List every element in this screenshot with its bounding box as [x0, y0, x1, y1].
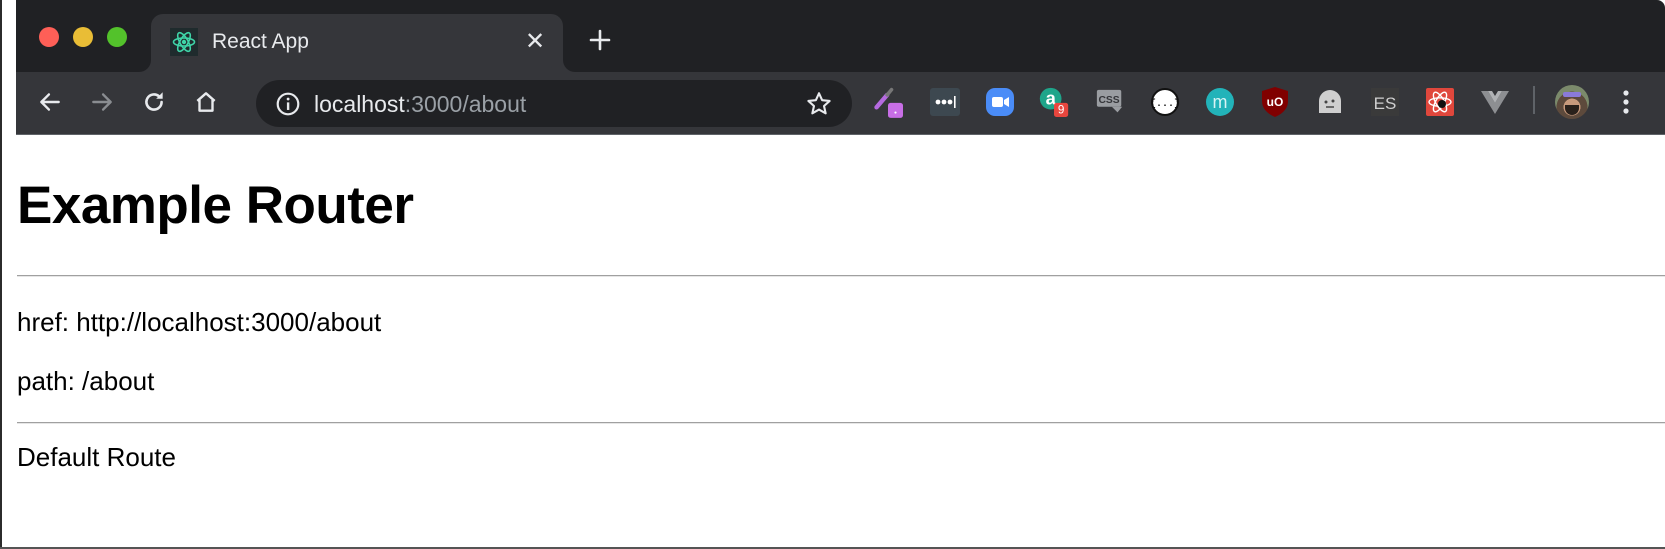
star-icon[interactable]: [805, 90, 833, 118]
zoom-extension[interactable]: [985, 86, 1015, 118]
kebab-menu-icon: [1623, 90, 1629, 114]
ublock-shield-icon: uO: [1262, 87, 1288, 117]
react-devtools-extension[interactable]: [1425, 86, 1455, 118]
eyedropper-extension[interactable]: [873, 86, 903, 118]
json-extension[interactable]: {...}: [1150, 86, 1180, 118]
divider: [17, 275, 1665, 277]
forward-button[interactable]: [86, 86, 118, 118]
path-text: path: /about: [17, 366, 155, 396]
back-button[interactable]: [34, 86, 66, 118]
plus-icon: [589, 29, 611, 51]
es-icon: ES: [1371, 88, 1399, 116]
css-extension[interactable]: CSS: [1095, 86, 1125, 118]
route-text: Default Route: [17, 442, 176, 472]
lastpass-icon: [930, 88, 960, 116]
window-maximize-button[interactable]: [107, 27, 127, 47]
ublock-extension[interactable]: uO: [1260, 86, 1290, 118]
address-bar[interactable]: localhost:3000/about: [256, 80, 852, 127]
divider: [17, 422, 1665, 424]
eyedropper-icon: [874, 87, 903, 118]
svg-text:uO: uO: [1267, 95, 1284, 109]
toolbar-separator: [1533, 86, 1535, 114]
vue-devtools-extension[interactable]: [1480, 86, 1510, 118]
react-devtools-icon: [1426, 88, 1454, 116]
browser-toolbar: localhost:3000/about a 9 CSS {...} m uO …: [16, 72, 1665, 135]
page-title: Example Router: [17, 176, 414, 235]
reload-button[interactable]: [138, 86, 170, 118]
es-extension[interactable]: ES: [1370, 86, 1400, 118]
svg-text:{...}: {...}: [1150, 98, 1180, 110]
react-atom-icon: [170, 28, 198, 56]
tab-title: React App: [212, 30, 309, 53]
address-host: localhost: [314, 91, 405, 117]
browser-tab-active[interactable]: React App ✕: [151, 14, 563, 72]
arrow-left-icon: [40, 93, 60, 111]
home-button[interactable]: [190, 86, 222, 118]
home-icon: [196, 92, 216, 112]
address-text[interactable]: localhost:3000/about: [314, 90, 526, 118]
address-path: :3000/about: [404, 91, 527, 117]
a-letter-icon: a 9: [1039, 88, 1069, 117]
svg-text:ES: ES: [1374, 94, 1397, 113]
href-text: href: http://localhost:3000/about: [17, 307, 382, 337]
badge-count: 9: [1058, 104, 1064, 117]
browser-titlebar: React App ✕: [16, 0, 1665, 72]
svg-text:m: m: [1213, 92, 1228, 112]
ghost-face-icon: [1319, 90, 1341, 113]
svg-text:CSS: CSS: [1098, 95, 1119, 106]
json-braces-icon: {...}: [1150, 88, 1180, 116]
m-extension[interactable]: m: [1205, 86, 1235, 118]
m-letter-icon: m: [1206, 88, 1234, 116]
vue-logo-icon: [1481, 91, 1509, 114]
frame-border: [0, 0, 2, 549]
css-icon: CSS: [1096, 89, 1123, 113]
info-icon[interactable]: [275, 91, 301, 117]
ghost-extension[interactable]: [1315, 86, 1345, 118]
page-content: Example Router href: http://localhost:30…: [17, 136, 1665, 547]
tab-close-icon[interactable]: ✕: [523, 30, 547, 54]
zoom-video-icon: [986, 88, 1014, 116]
reload-icon: [145, 92, 163, 111]
window-close-button[interactable]: [39, 27, 59, 47]
browser-menu-button[interactable]: [1616, 86, 1636, 118]
new-tab-button[interactable]: [586, 26, 614, 54]
lastpass-extension[interactable]: [930, 86, 960, 118]
a-extension[interactable]: a 9: [1039, 86, 1069, 118]
arrow-right-icon: [92, 93, 112, 111]
profile-avatar[interactable]: [1555, 85, 1589, 119]
window-minimize-button[interactable]: [73, 27, 93, 47]
